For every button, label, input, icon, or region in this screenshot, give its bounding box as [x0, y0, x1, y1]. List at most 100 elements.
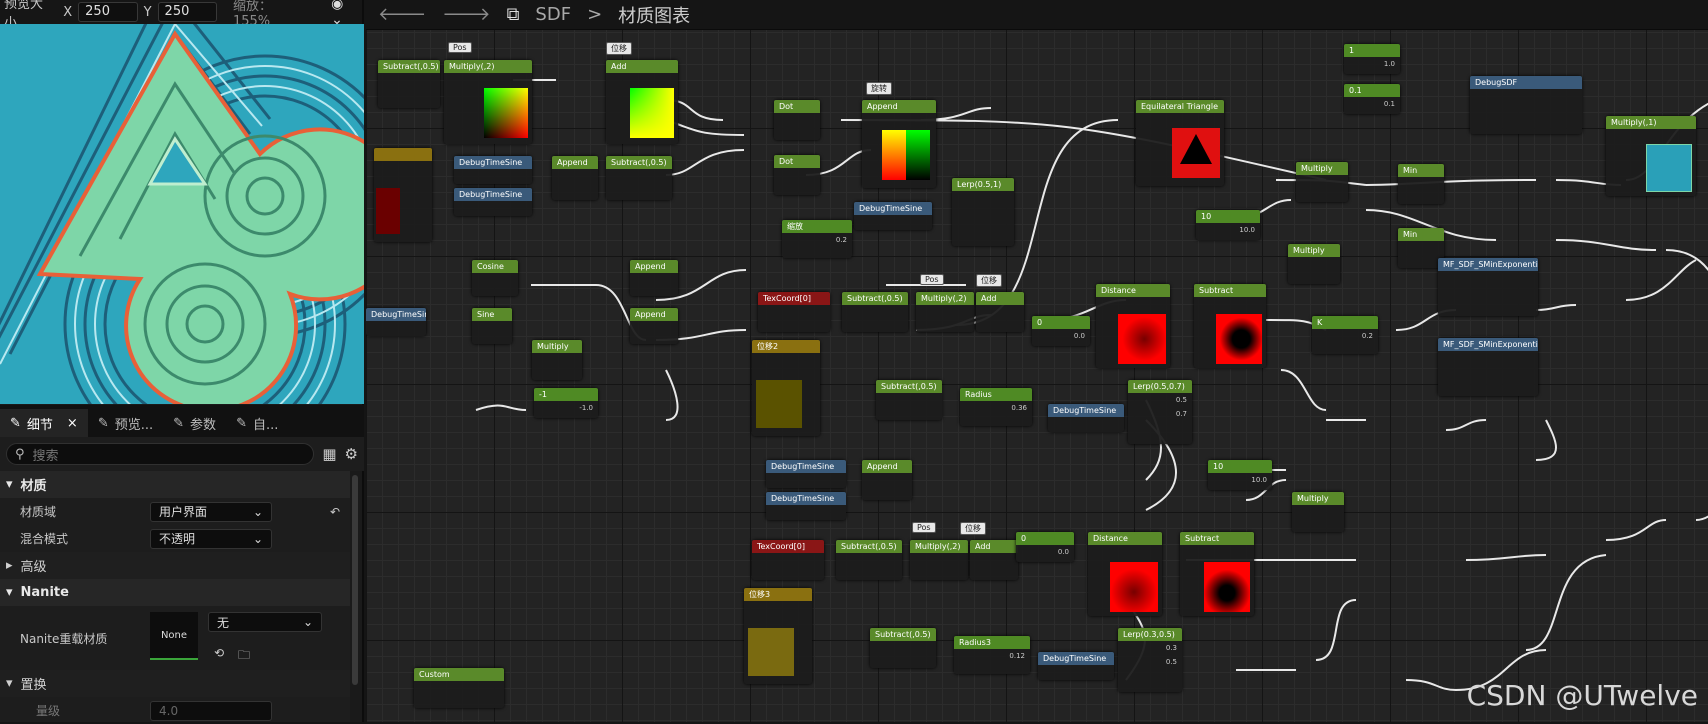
gear-icon[interactable]: ⚙	[345, 445, 358, 463]
node-multiply2-top[interactable]: Multiply(,2)	[444, 60, 532, 144]
node-debugtimesine-r[interactable]: DebugTimeSine	[1048, 404, 1124, 432]
node-ten-bottom-value[interactable]: 10.0	[1208, 473, 1272, 487]
node-subtract-t2[interactable]: Subtract(,0.5)	[836, 540, 902, 580]
node-subtract-top[interactable]: Subtract(,0.5)	[378, 60, 440, 108]
node-sine[interactable]: Sine	[472, 308, 512, 344]
forward-arrow-icon[interactable]: 🡒	[442, 4, 490, 25]
node-radius[interactable]: Radius 0.36	[960, 388, 1032, 426]
category-nanite[interactable]: ▾ Nanite	[0, 579, 350, 606]
node-subtract-b[interactable]: Subtract(,0.5)	[870, 628, 936, 668]
node-debugtimesine-b3[interactable]: DebugTimeSine	[1038, 652, 1114, 680]
node-scale-param[interactable]: 缩放 0.2	[782, 220, 852, 258]
node-lerp-b-b[interactable]: 0.5	[1118, 655, 1182, 669]
node-lerp-b[interactable]: Lerp(0.3,0.5) 0.3 0.5	[1118, 628, 1182, 692]
table-view-icon[interactable]: ▦	[322, 445, 336, 463]
node-multiply-s[interactable]: Multiply	[532, 340, 582, 380]
node-lerp-r-b[interactable]: 0.7	[1128, 407, 1192, 421]
node-debugtimesine-a[interactable]: DebugTimeSine	[454, 156, 532, 184]
node-const-1[interactable]: 1 1.0	[1344, 44, 1400, 74]
node-append-s[interactable]: Append	[630, 308, 678, 344]
node-debugtimesine-b[interactable]: DebugTimeSine	[454, 188, 532, 216]
use-selected-icon[interactable]: ⟲	[214, 646, 224, 660]
node-neg-one-value[interactable]: -1.0	[534, 401, 598, 415]
node-k-param-value[interactable]: 0.2	[1312, 329, 1378, 343]
material-preview[interactable]	[0, 24, 364, 404]
node-ten-top-value[interactable]: 10.0	[1196, 223, 1260, 237]
node-lerp-r[interactable]: Lerp(0.5,0.7) 0.5 0.7	[1128, 380, 1192, 444]
node-subtract-d1[interactable]: Subtract	[1194, 284, 1266, 368]
node-add-top[interactable]: Add	[606, 60, 678, 144]
node-neg-one[interactable]: -1 -1.0	[534, 388, 598, 418]
tab-parameters[interactable]: ✎ 参数	[163, 409, 226, 437]
material-graph[interactable]: 🡐 🡒 ⧉ SDF > 材质图表 Subtract(,0.5) Multiply…	[366, 0, 1708, 722]
back-arrow-icon[interactable]: 🡐	[378, 4, 426, 25]
node-texcoord-2[interactable]: TexCoord[0]	[752, 540, 824, 580]
node-zero-2-value[interactable]: 0.0	[1016, 545, 1074, 559]
browse-icon[interactable]: 🗀	[238, 646, 250, 667]
node-multiply-t2[interactable]: Multiply(,2)	[910, 540, 968, 580]
node-radius-value[interactable]: 0.36	[960, 401, 1032, 415]
node-distance-1[interactable]: Distance	[1096, 284, 1170, 368]
node-subtract-mid[interactable]: Subtract(,0.5)	[606, 156, 672, 200]
node-custom[interactable]: Custom	[414, 668, 504, 708]
node-zero-2[interactable]: 0 0.0	[1016, 532, 1074, 562]
node-ten-bottom[interactable]: 10 10.0	[1208, 460, 1272, 490]
node-debugtimesine-left[interactable]: DebugTimeSine	[366, 308, 426, 336]
node-const-01[interactable]: 0.1 0.1	[1344, 84, 1400, 114]
node-debugtimesine-o2[interactable]: DebugTimeSine	[766, 492, 846, 520]
node-append-top[interactable]: Append	[862, 100, 936, 188]
node-multiply-bottom[interactable]: Multiply	[1292, 492, 1344, 532]
nanite-material-dropdown[interactable]: 无 ⌄	[208, 612, 322, 632]
node-const-01-value[interactable]: 0.1	[1344, 97, 1400, 111]
reset-icon[interactable]: ↶	[330, 505, 340, 519]
details-scrollbar[interactable]	[352, 475, 358, 685]
node-mf-sdf-1[interactable]: MF_SDF_SMinExponential	[1438, 258, 1538, 316]
node-add-t2[interactable]: Add	[970, 540, 1018, 580]
node-multiply-1[interactable]: Multiply(,1)	[1606, 116, 1696, 196]
breadcrumb-root[interactable]: SDF	[535, 4, 571, 25]
node-multiply-t1[interactable]: Multiply(,2)	[916, 292, 974, 332]
category-material[interactable]: ▾ 材质	[0, 471, 350, 498]
node-equilateral-triangle[interactable]: Equilateral Triangle	[1136, 100, 1224, 186]
node-cosine[interactable]: Cosine	[472, 260, 518, 296]
category-advanced[interactable]: ▸ 高级	[0, 552, 350, 579]
node-param-gold-left[interactable]	[374, 148, 432, 242]
node-ten-top[interactable]: 10 10.0	[1196, 210, 1260, 240]
node-distance-2[interactable]: Distance	[1088, 532, 1162, 616]
category-displacement[interactable]: ▾ 置换	[0, 670, 350, 697]
blend-mode-dropdown[interactable]: 不透明 ⌄	[150, 528, 272, 549]
search-input[interactable]: ⚲ 搜索	[6, 443, 315, 465]
node-lerp-r-a[interactable]: 0.5	[1128, 393, 1192, 407]
tab-preview[interactable]: ✎ 预览...	[88, 409, 163, 437]
node-radius3[interactable]: Radius3 0.12	[954, 636, 1030, 674]
node-subtract-t1[interactable]: Subtract(,0.5)	[842, 292, 908, 332]
node-offset2-param[interactable]: 位移2	[752, 340, 820, 436]
node-lerp-b-a[interactable]: 0.3	[1118, 641, 1182, 655]
node-subtract-d2[interactable]: Subtract	[1180, 532, 1254, 616]
node-zero-1[interactable]: 0 0.0	[1032, 316, 1090, 346]
node-k-param[interactable]: K 0.2	[1312, 316, 1378, 354]
node-zero-1-value[interactable]: 0.0	[1032, 329, 1090, 343]
node-add-t1[interactable]: Add	[976, 292, 1024, 332]
node-multiply-r1[interactable]: Multiply	[1296, 162, 1348, 202]
node-append-mid[interactable]: Append	[552, 156, 598, 200]
node-radius3-value[interactable]: 0.12	[954, 649, 1030, 663]
magnitude-input[interactable]: 4.0	[150, 700, 272, 721]
node-dot-1[interactable]: Dot	[774, 100, 820, 140]
node-mf-sdf-2[interactable]: MF_SDF_SMinExponential	[1438, 338, 1538, 396]
node-append-o[interactable]: Append	[862, 460, 912, 500]
node-append-c[interactable]: Append	[630, 260, 678, 296]
material-domain-dropdown[interactable]: 用户界面 ⌄	[150, 501, 272, 522]
node-debugtimesine-o1[interactable]: DebugTimeSine	[766, 460, 846, 488]
node-texcoord-1[interactable]: TexCoord[0]	[758, 292, 830, 332]
x-input[interactable]: 250	[78, 2, 138, 22]
close-icon[interactable]: ×	[67, 416, 78, 431]
node-multiply-r2[interactable]: Multiply	[1288, 244, 1340, 284]
nanite-material-thumbnail[interactable]: None	[150, 612, 198, 660]
node-debugtimesine-c[interactable]: DebugTimeSine	[854, 202, 932, 230]
tab-details[interactable]: ✎ 细节 ×	[0, 409, 88, 437]
node-debugsdf[interactable]: DebugSDF	[1470, 76, 1582, 134]
y-input[interactable]: 250	[157, 2, 217, 22]
node-offset3-param[interactable]: 位移3	[744, 588, 812, 684]
node-const-1-value[interactable]: 1.0	[1344, 57, 1400, 71]
